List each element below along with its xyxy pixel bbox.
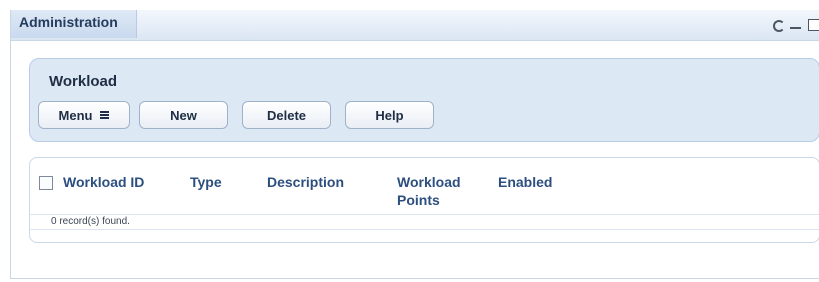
table-header: Workload ID Type Description Workload Po… (30, 158, 819, 214)
records-count: 0 record(s) found. (51, 216, 130, 227)
column-header-workload-points[interactable]: Workload Points (397, 173, 477, 209)
help-button[interactable]: Help (345, 101, 434, 129)
column-header-enabled[interactable]: Enabled (498, 173, 552, 191)
delete-button[interactable]: Delete (242, 101, 331, 129)
menu-button[interactable]: Menu (38, 101, 130, 129)
new-button[interactable]: New (139, 101, 228, 129)
minimize-icon[interactable] (790, 19, 802, 31)
records-status-row: 0 record(s) found. (30, 214, 819, 230)
refresh-icon[interactable] (772, 19, 785, 32)
column-header-workload-id[interactable]: Workload ID (63, 173, 144, 191)
administration-portlet: Administration Workload Menu New Delete … (10, 10, 819, 279)
workload-toolbar-panel: Workload Menu New Delete Help (29, 58, 819, 142)
menu-icon (100, 111, 110, 119)
window-controls (772, 16, 819, 34)
portlet-header: Administration (11, 10, 819, 41)
maximize-icon[interactable] (808, 19, 819, 31)
column-header-description[interactable]: Description (267, 173, 344, 191)
column-header-type[interactable]: Type (190, 173, 222, 191)
menu-button-label: Menu (58, 107, 93, 123)
select-all-checkbox[interactable] (39, 176, 53, 190)
workload-table: Workload ID Type Description Workload Po… (29, 157, 819, 243)
portlet-title: Administration (11, 10, 137, 38)
panel-title: Workload (49, 73, 118, 90)
